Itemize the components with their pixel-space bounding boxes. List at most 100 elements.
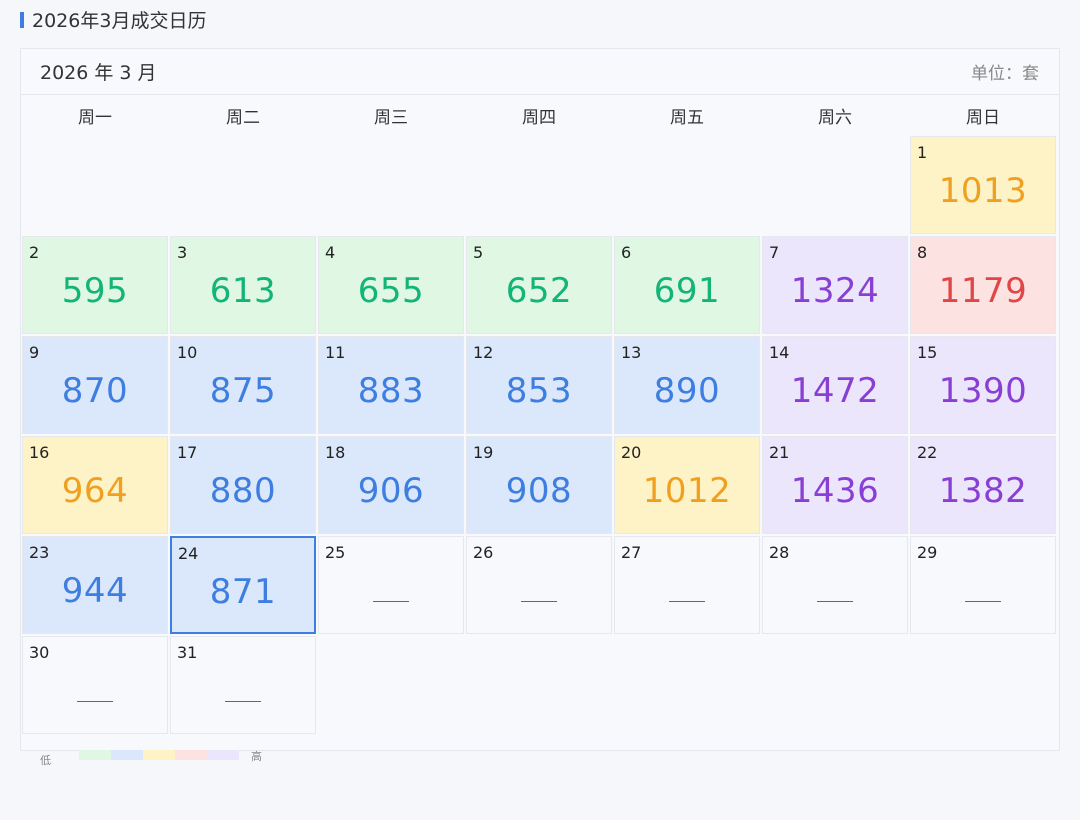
calendar-day-cell[interactable]: 3 613 <box>170 236 316 334</box>
day-number: 29 <box>917 543 938 562</box>
deal-count: 875 <box>209 371 277 411</box>
calendar-day-cell[interactable]: 16 964 <box>22 436 168 534</box>
legend-high-label: 高 <box>251 750 262 763</box>
deal-count: 880 <box>209 471 277 511</box>
calendar-day-cell[interactable]: 7 1324 <box>762 236 908 334</box>
day-number: 17 <box>177 443 198 462</box>
weekday-label: 周日 <box>966 107 1000 128</box>
legend-swatch <box>207 750 239 760</box>
page-title-text: 2026年3月成交日历 <box>32 10 207 32</box>
calendar-day-cell[interactable]: 29 <box>910 536 1056 634</box>
calendar-day-cell[interactable]: 23 944 <box>22 536 168 634</box>
calendar-day-cell[interactable]: 9 870 <box>22 336 168 434</box>
day-number: 25 <box>325 543 346 562</box>
calendar-blank-cell <box>614 136 760 234</box>
calendar-day-cell[interactable]: 26 <box>466 536 612 634</box>
day-number: 31 <box>177 643 198 662</box>
no-data-dash <box>817 601 853 602</box>
calendar-blank-cell <box>170 136 316 234</box>
no-data-dash <box>373 601 409 602</box>
day-number: 26 <box>473 543 494 562</box>
legend-swatch <box>175 750 207 760</box>
calendar-day-cell[interactable]: 4 655 <box>318 236 464 334</box>
weekday-label: 周三 <box>374 107 408 128</box>
deal-count: 1436 <box>790 471 880 511</box>
deal-count: 652 <box>505 271 573 311</box>
legend-swatch <box>143 750 175 760</box>
weekday-label: 周五 <box>670 107 704 128</box>
deal-count: 691 <box>653 271 721 311</box>
calendar-day-cell[interactable]: 15 1390 <box>910 336 1056 434</box>
day-number: 27 <box>621 543 642 562</box>
calendar-day-cell[interactable]: 17 880 <box>170 436 316 534</box>
calendar-blank-cell <box>762 136 908 234</box>
legend-low-label: 低 <box>40 754 51 767</box>
deal-count: 883 <box>357 371 425 411</box>
deal-count: 944 <box>61 571 129 611</box>
calendar-header: 2026 年 3 月 单位：套 <box>21 49 1059 95</box>
day-number: 13 <box>621 343 642 362</box>
calendar-day-cell[interactable]: 2 595 <box>22 236 168 334</box>
no-data-dash <box>965 601 1001 602</box>
calendar-day-cell[interactable]: 10 875 <box>170 336 316 434</box>
calendar-day-cell[interactable]: 25 <box>318 536 464 634</box>
day-number: 9 <box>29 343 40 362</box>
calendar-day-cell[interactable]: 8 1179 <box>910 236 1056 334</box>
weekday-header-row: 周一 周二 周三 周四 周五 周六 周日 <box>21 95 1059 135</box>
day-number: 12 <box>473 343 494 362</box>
month-label: 2026 年 3 月 <box>40 62 157 84</box>
title-accent-bar <box>20 11 24 28</box>
deal-count: 853 <box>505 371 573 411</box>
weekday-label: 周六 <box>818 107 852 128</box>
calendar-day-cell[interactable]: 27 <box>614 536 760 634</box>
day-number: 5 <box>473 243 484 262</box>
calendar-blank-cell <box>22 136 168 234</box>
day-number: 20 <box>621 443 642 462</box>
calendar-day-cell[interactable]: 1 1013 <box>910 136 1056 234</box>
calendar-day-cell[interactable]: 20 1012 <box>614 436 760 534</box>
calendar-blank-cell <box>466 136 612 234</box>
deal-count: 870 <box>61 371 129 411</box>
day-number: 18 <box>325 443 346 462</box>
calendar-day-cell[interactable]: 24 871 <box>170 536 316 634</box>
calendar-day-cell[interactable]: 13 890 <box>614 336 760 434</box>
legend-color-bar <box>79 750 239 760</box>
deal-count: 890 <box>653 371 721 411</box>
day-number: 6 <box>621 243 632 262</box>
calendar-day-cell[interactable]: 6 691 <box>614 236 760 334</box>
deal-count: 908 <box>505 471 573 511</box>
deal-count: 595 <box>61 271 129 311</box>
page-title: 2026年3月成交日历 <box>20 6 206 33</box>
day-number: 19 <box>473 443 494 462</box>
deal-count: 1472 <box>790 371 880 411</box>
calendar-day-cell[interactable]: 11 883 <box>318 336 464 434</box>
calendar-day-cell[interactable]: 5 652 <box>466 236 612 334</box>
day-number: 24 <box>178 544 199 563</box>
calendar-day-cell[interactable]: 31 <box>170 636 316 734</box>
weekday-label: 周一 <box>78 107 112 128</box>
calendar-day-cell[interactable]: 14 1472 <box>762 336 908 434</box>
deal-count: 906 <box>357 471 425 511</box>
no-data-dash <box>521 601 557 602</box>
day-number: 11 <box>325 343 346 362</box>
day-number: 15 <box>917 343 938 362</box>
weekday-label: 周四 <box>522 107 556 128</box>
calendar-day-cell[interactable]: 22 1382 <box>910 436 1056 534</box>
deal-count: 964 <box>61 471 129 511</box>
calendar-day-cell[interactable]: 18 906 <box>318 436 464 534</box>
day-number: 4 <box>325 243 336 262</box>
calendar-day-cell[interactable]: 19 908 <box>466 436 612 534</box>
deal-count: 1012 <box>642 471 732 511</box>
day-number: 28 <box>769 543 790 562</box>
deal-count: 1013 <box>938 171 1028 211</box>
day-number: 22 <box>917 443 938 462</box>
calendar-day-cell[interactable]: 12 853 <box>466 336 612 434</box>
calendar-day-cell[interactable]: 21 1436 <box>762 436 908 534</box>
no-data-dash <box>77 701 113 702</box>
calendar-day-cell[interactable]: 28 <box>762 536 908 634</box>
unit-label: 单位：套 <box>971 64 1039 84</box>
no-data-dash <box>669 601 705 602</box>
calendar-blank-cell <box>318 136 464 234</box>
calendar-day-cell[interactable]: 30 <box>22 636 168 734</box>
day-number: 3 <box>177 243 188 262</box>
